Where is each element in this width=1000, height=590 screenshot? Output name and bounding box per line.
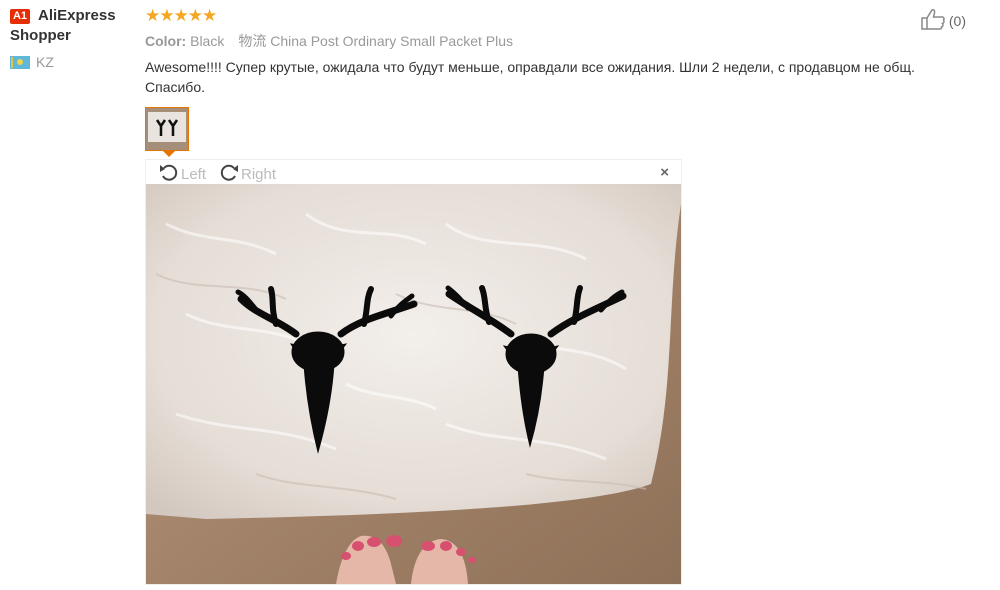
photo-viewer: Left Right × — [145, 159, 682, 585]
kazakhstan-flag-icon — [10, 55, 30, 69]
thumbnail-pointer — [163, 151, 175, 157]
thumbs-up-icon — [920, 8, 949, 33]
shipping-info: 物流 China Post Ordinary Small Packet Plus — [238, 33, 513, 49]
rotate-left-icon — [158, 162, 181, 186]
rotate-right-icon — [218, 162, 241, 186]
review-photo-thumbnail[interactable] — [145, 107, 189, 151]
reviewer-name-row: A1 AliExpress Shopper — [10, 6, 140, 46]
star-rating: ★★★★★ — [145, 6, 217, 25]
rotate-left-label: Left — [181, 165, 207, 183]
rotate-left-button[interactable]: Left — [158, 162, 206, 186]
close-viewer-button[interactable]: × — [660, 164, 669, 181]
country-code: KZ — [36, 54, 54, 70]
rotate-right-button[interactable]: Right — [218, 162, 276, 186]
order-info: Color: Black 物流 China Post Ordinary Small… — [145, 32, 975, 50]
viewer-toolbar: Left Right × — [146, 160, 681, 184]
rotate-right-label: Right — [241, 165, 277, 183]
buyer-level-badge: A1 — [10, 9, 30, 24]
review-photo — [146, 184, 681, 584]
reviewer-country: KZ — [10, 54, 140, 70]
review-text: Awesome!!!! Супер крутые, ожидала что бу… — [145, 59, 915, 95]
color-label: Color: — [145, 33, 187, 49]
reviewer-info: A1 AliExpress Shopper KZ — [10, 6, 140, 70]
color-value: Black — [190, 33, 225, 49]
like-count: (0) — [948, 12, 966, 29]
review-body: ★★★★★ Color: Black 物流 China Post Ordinary… — [145, 6, 975, 151]
like-button[interactable]: (0) — [920, 8, 966, 33]
